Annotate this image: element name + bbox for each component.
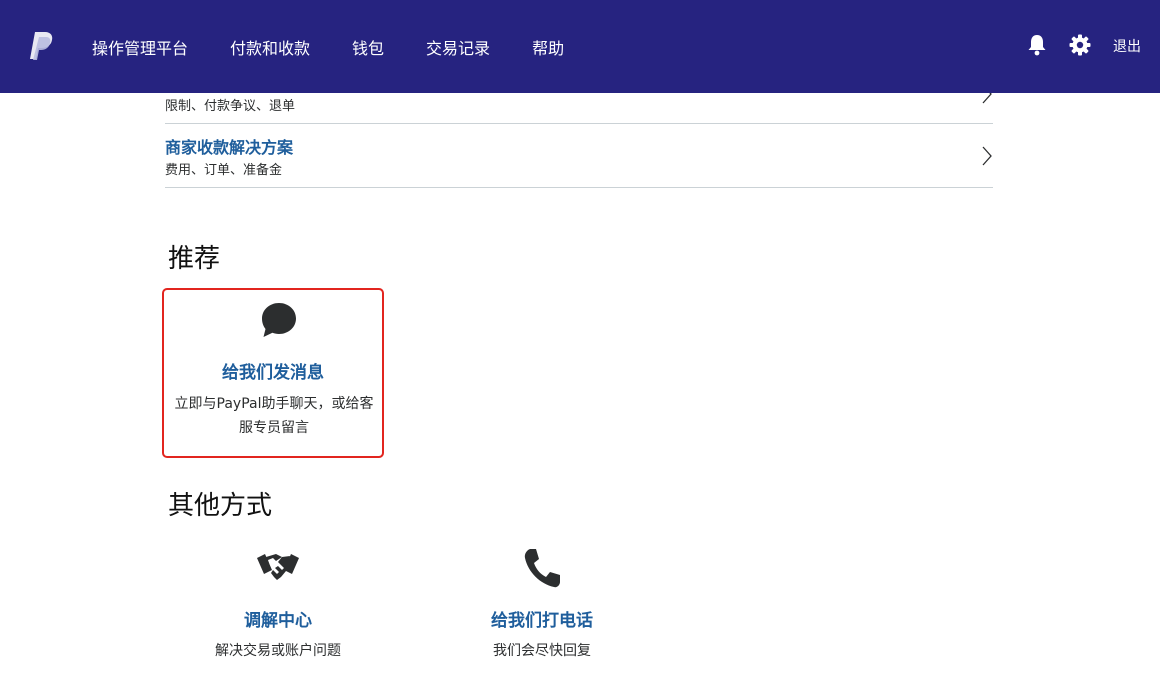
call-us-description: 我们会尽快回复: [493, 643, 591, 659]
nav-activity[interactable]: 交易记录: [426, 35, 490, 59]
top-navigation-bar: 操作管理平台 付款和收款 钱包 交易记录 帮助 退出: [0, 0, 1160, 93]
message-us-description: 立即与PayPal助手聊天，或给客服专员留言: [174, 396, 374, 436]
nav-wallet[interactable]: 钱包: [352, 35, 384, 59]
call-us-title[interactable]: 给我们打电话: [442, 606, 642, 631]
resolution-center-description: 解决交易或账户问题: [215, 643, 341, 659]
handshake-icon: [257, 554, 299, 580]
help-topic-subtitle: 费用、订单、准备金: [165, 163, 283, 178]
nav-send-receive[interactable]: 付款和收款: [230, 35, 310, 59]
resolution-center-title[interactable]: 调解中心: [178, 606, 378, 631]
paypal-logo-icon[interactable]: [27, 31, 53, 61]
bell-icon[interactable]: [1027, 34, 1047, 56]
other-ways-heading: 其他方式: [168, 491, 273, 521]
phone-icon: [524, 549, 560, 588]
nav-dashboard[interactable]: 操作管理平台: [92, 35, 188, 59]
help-topic-title[interactable]: 商家收款解决方案: [165, 134, 293, 158]
help-topic-row-merchant[interactable]: 商家收款解决方案 费用、订单、准备金: [165, 124, 993, 188]
recommended-heading: 推荐: [168, 244, 221, 274]
message-us-title[interactable]: 给我们发消息: [164, 358, 382, 383]
chevron-right-icon: [982, 146, 992, 166]
nav-help[interactable]: 帮助: [532, 35, 564, 59]
help-topic-subtitle: 限制、付款争议、退单: [165, 99, 296, 114]
main-nav: 操作管理平台 付款和收款 钱包 交易记录 帮助: [92, 0, 606, 93]
message-us-card[interactable]: 给我们发消息 立即与PayPal助手聊天，或给客服专员留言: [162, 288, 384, 458]
gear-icon[interactable]: [1069, 34, 1091, 56]
chat-bubble-icon: [262, 303, 296, 337]
logout-link[interactable]: 退出: [1113, 36, 1141, 56]
